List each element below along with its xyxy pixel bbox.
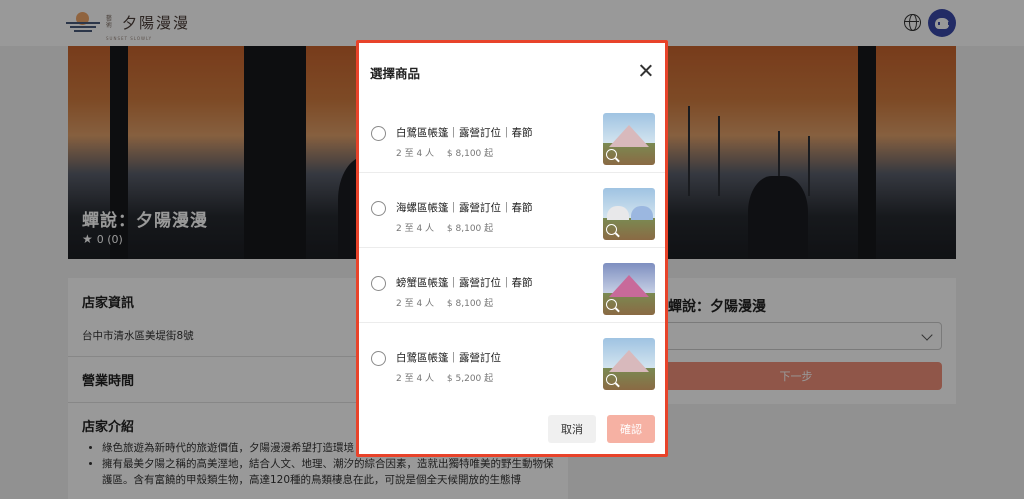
product-item[interactable]: 海螺區帳篷｜露營訂位｜春節 2 至 4 人 $ 8,100 起 (359, 173, 665, 248)
radio-icon[interactable] (371, 201, 386, 216)
product-name: 螃蟹區帳篷｜露營訂位｜春節 (396, 277, 533, 289)
product-item[interactable]: 白鷺區帳篷｜露營訂位 2 至 4 人 $ 5,200 起 (359, 323, 665, 398)
product-capacity: 2 至 4 人 (396, 149, 435, 159)
zoom-icon[interactable] (606, 374, 617, 385)
product-name: 海螺區帳篷｜露營訂位｜春節 (396, 202, 533, 214)
product-thumbnail[interactable] (603, 338, 655, 390)
close-icon[interactable] (639, 64, 653, 78)
product-meta: 2 至 4 人 $ 8,100 起 (396, 221, 503, 234)
zoom-icon[interactable] (606, 149, 617, 160)
select-product-modal: 選擇商品 白鷺區帳篷｜露營訂位｜春節 2 至 4 人 $ 8,100 起 海螺區… (356, 40, 668, 457)
product-meta: 2 至 4 人 $ 8,100 起 (396, 296, 503, 309)
product-thumbnail[interactable] (603, 113, 655, 165)
zoom-icon[interactable] (606, 299, 617, 310)
product-price: $ 8,100 起 (446, 149, 494, 159)
product-capacity: 2 至 4 人 (396, 299, 435, 309)
product-name: 白鷺區帳篷｜露營訂位 (396, 352, 501, 364)
product-name: 白鷺區帳篷｜露營訂位｜春節 (396, 127, 533, 139)
radio-icon[interactable] (371, 351, 386, 366)
product-item[interactable]: 螃蟹區帳篷｜露營訂位｜春節 2 至 4 人 $ 8,100 起 (359, 248, 665, 323)
cancel-button[interactable]: 取消 (548, 415, 596, 443)
product-thumbnail[interactable] (603, 263, 655, 315)
product-price: $ 8,100 起 (446, 299, 494, 309)
modal-title: 選擇商品 (370, 66, 421, 81)
zoom-icon[interactable] (606, 224, 617, 235)
product-item[interactable]: 白鷺區帳篷｜露營訂位｜春節 2 至 4 人 $ 8,100 起 (359, 98, 665, 173)
product-meta: 2 至 4 人 $ 8,100 起 (396, 146, 503, 159)
confirm-button[interactable]: 確認 (607, 415, 655, 443)
product-thumbnail[interactable] (603, 188, 655, 240)
radio-icon[interactable] (371, 126, 386, 141)
product-capacity: 2 至 4 人 (396, 224, 435, 234)
product-price: $ 5,200 起 (446, 374, 494, 384)
product-price: $ 8,100 起 (446, 224, 494, 234)
radio-icon[interactable] (371, 276, 386, 291)
product-capacity: 2 至 4 人 (396, 374, 435, 384)
product-meta: 2 至 4 人 $ 5,200 起 (396, 371, 503, 384)
